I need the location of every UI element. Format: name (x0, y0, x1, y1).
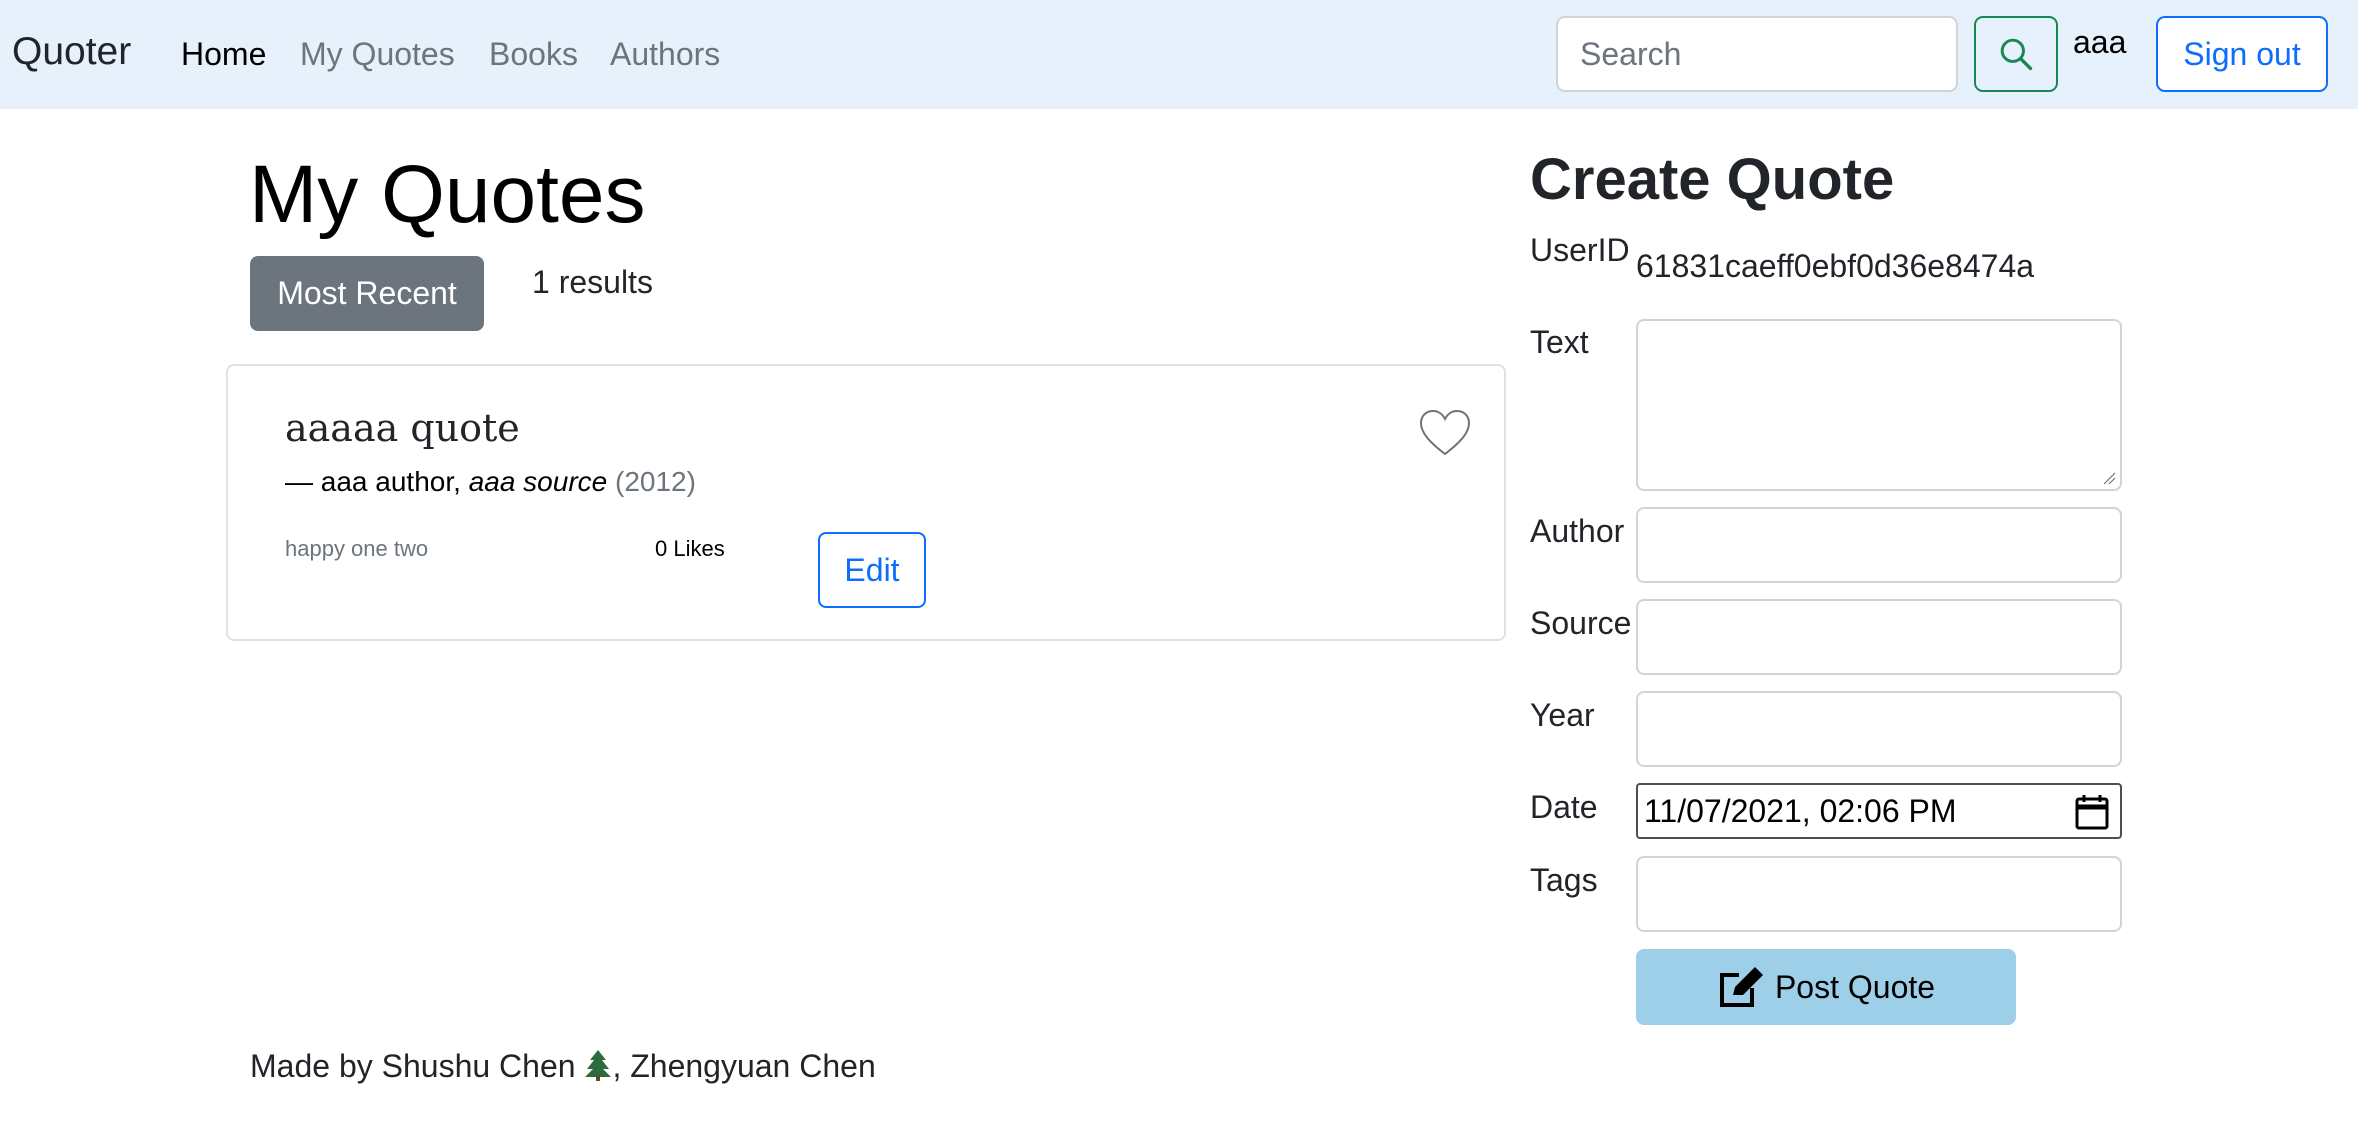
navbar: Quoter Home My Quotes Books Authors aaa … (0, 0, 2358, 109)
tags-label: Tags (1530, 862, 1598, 898)
userid-value: 61831caeff0ebf0d36e8474a (1636, 248, 2035, 284)
source-label: Source (1530, 605, 1632, 641)
date-label: Date (1530, 789, 1598, 825)
tags-input[interactable] (1636, 856, 2122, 932)
page-title: My Quotes (249, 149, 646, 240)
source-input[interactable] (1636, 599, 2122, 675)
footer: Made by Shushu Chen , Zhengyuan Chen (250, 1048, 876, 1085)
tree-icon (585, 1050, 612, 1081)
quote-card: aaaaa quote — aaa author, aaa source (20… (226, 364, 1506, 641)
quote-year: (2012) (615, 466, 696, 497)
text-label: Text (1530, 324, 1589, 360)
nav-link-authors[interactable]: Authors (610, 36, 720, 73)
search-input[interactable] (1556, 16, 1958, 92)
quote-separator: , (453, 466, 469, 497)
post-quote-label: Post Quote (1774, 968, 1936, 1005)
sign-out-button[interactable]: Sign out (2156, 16, 2328, 92)
username: aaa (2073, 24, 2127, 60)
footer-prefix: Made by Shushu Chen (250, 1048, 585, 1084)
date-value: 11/07/2021, 02:06 PM (1644, 793, 1957, 829)
quote-source: aaa source (468, 466, 608, 497)
author-label: Author (1530, 513, 1625, 549)
edit-quote-button[interactable]: Edit (818, 532, 926, 608)
nav-link-my-quotes[interactable]: My Quotes (300, 36, 455, 73)
post-quote-button[interactable]: Post Quote (1636, 949, 2016, 1025)
nav-link-books[interactable]: Books (489, 36, 578, 73)
year-label: Year (1530, 697, 1595, 733)
quote-attribution: — aaa author, aaa source (2012) (285, 466, 696, 498)
calendar-icon[interactable] (2074, 793, 2110, 831)
footer-suffix: , Zhengyuan Chen (612, 1048, 876, 1084)
quote-author: aaa author (320, 466, 454, 497)
quote-tags: happy one two (285, 536, 429, 561)
edit-pen-icon (1719, 967, 1763, 1007)
userid-label: UserID (1530, 232, 1630, 268)
text-input[interactable] (1636, 319, 2122, 491)
search-button[interactable] (1974, 16, 2058, 92)
quote-likes: 0 Likes (655, 536, 725, 561)
resize-grip-icon[interactable] (2102, 471, 2116, 485)
year-input[interactable] (1636, 691, 2122, 767)
brand-logo[interactable]: Quoter (12, 30, 131, 74)
quote-dash: — (285, 466, 321, 497)
heart-outline-icon[interactable] (1418, 408, 1472, 458)
sort-most-recent-button[interactable]: Most Recent (250, 256, 484, 331)
author-input[interactable] (1636, 507, 2122, 583)
quote-text: aaaaa quote (285, 406, 520, 450)
results-count: 1 results (532, 264, 653, 300)
create-quote-title: Create Quote (1530, 147, 1895, 212)
date-input[interactable]: 11/07/2021, 02:06 PM (1636, 783, 2122, 839)
nav-link-home[interactable]: Home (181, 36, 266, 73)
search-icon (2000, 38, 2033, 71)
